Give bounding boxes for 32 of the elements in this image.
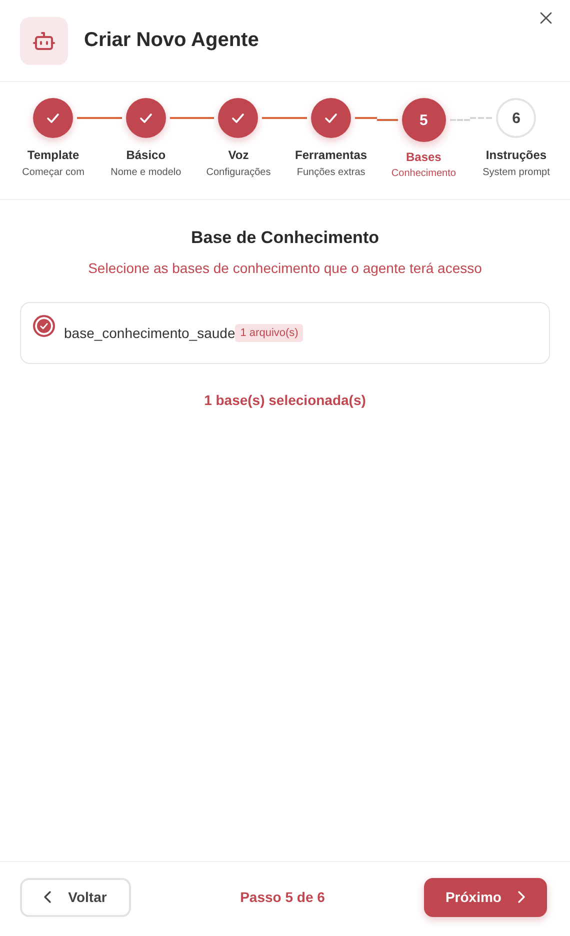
step-sublabel: Nome e modelo (110, 167, 182, 178)
step-circle[interactable] (311, 98, 352, 138)
step-sublabel: System prompt (482, 167, 550, 178)
step-label: Básico (126, 148, 166, 162)
selection-summary: 1 base(s) selecionada(s) (204, 392, 366, 408)
knowledge-base-card[interactable]: base_conhecimento_saude 1 arquivo(s) (20, 302, 550, 364)
step-circle[interactable] (218, 98, 258, 138)
step-circle[interactable]: 5 (402, 98, 446, 142)
file-count-badge: 1 arquivo(s) (235, 324, 304, 342)
step-label: Bases (406, 150, 442, 164)
step-label: Instruções (486, 148, 547, 162)
step-label: Voz (228, 148, 249, 162)
chevron-right-icon (517, 891, 526, 903)
step-sublabel: Funções extras (296, 167, 366, 178)
step-sublabel: Conhecimento (391, 168, 456, 179)
section-title: Base de Conhecimento (191, 228, 379, 248)
step-label: Template (27, 148, 80, 162)
back-button[interactable]: Voltar (20, 878, 131, 916)
step-circle[interactable] (126, 98, 166, 138)
step-label: Ferramentas (295, 148, 368, 162)
step-sublabel: Começar com (22, 167, 84, 178)
selection-checkbox[interactable] (33, 315, 55, 337)
step-circle[interactable]: 6 (496, 98, 536, 138)
check-icon (39, 321, 49, 331)
dialog-title: Criar Novo Agente (84, 29, 259, 52)
step-sublabel: Configurações (206, 167, 271, 178)
step-circle[interactable] (33, 98, 74, 138)
chevron-left-icon (44, 891, 52, 903)
next-button[interactable]: Próximo (424, 878, 547, 916)
section-subtitle: Selecione as bases de conhecimento que o agente terá acesso (88, 260, 482, 276)
base-name: base_conhecimento_saude (64, 325, 236, 341)
step-counter: Passo 5 de 6 (240, 889, 325, 905)
